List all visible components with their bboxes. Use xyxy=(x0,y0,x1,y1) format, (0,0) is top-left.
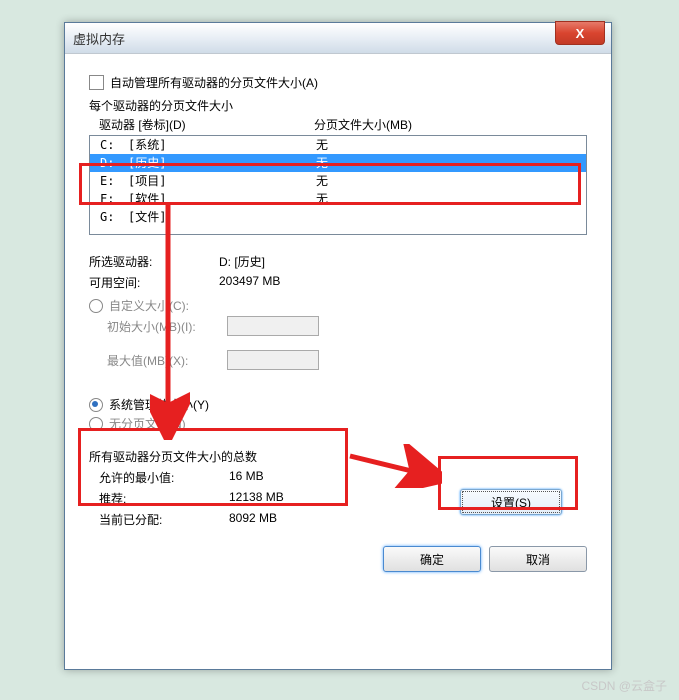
drive-row[interactable]: C:[系统]无 xyxy=(90,136,586,154)
custom-size-radio[interactable] xyxy=(89,299,103,313)
titlebar[interactable]: 虚拟内存 X xyxy=(65,23,611,54)
max-size-input xyxy=(227,350,319,370)
drive-row[interactable]: D:[历史]无 xyxy=(90,154,586,172)
drive-row[interactable]: G:[文件] xyxy=(90,208,586,226)
col-drive-header: 驱动器 [卷标](D) xyxy=(99,116,314,133)
system-managed-row[interactable]: 系统管理的大小(Y) xyxy=(89,396,587,413)
initial-size-label: 初始大小(MB)(I): xyxy=(107,318,227,335)
selected-drive-value: D: [历史] xyxy=(219,253,265,270)
watermark: CSDN @云盒子 xyxy=(581,677,667,694)
dialog-title: 虚拟内存 xyxy=(73,29,125,48)
auto-manage-label: 自动管理所有驱动器的分页文件大小(A) xyxy=(110,74,318,91)
system-managed-label: 系统管理的大小(Y) xyxy=(109,396,209,413)
col-paging-header: 分页文件大小(MB) xyxy=(314,116,412,133)
drive-row[interactable]: F:[软件]无 xyxy=(90,190,586,208)
cancel-button[interactable]: 取消 xyxy=(489,546,587,572)
set-button[interactable]: 设置(S) xyxy=(460,489,562,515)
selected-drive-label: 所选驱动器: xyxy=(89,253,219,270)
close-button[interactable]: X xyxy=(555,21,605,45)
cur-value: 8092 MB xyxy=(229,511,277,528)
virtual-memory-dialog: 虚拟内存 X 自动管理所有驱动器的分页文件大小(A) 每个驱动器的分页文件大小 … xyxy=(64,22,612,670)
cur-label: 当前已分配: xyxy=(99,511,229,528)
ok-button[interactable]: 确定 xyxy=(383,546,481,572)
rec-label: 推荐: xyxy=(99,490,229,507)
no-paging-label: 无分页文件(N) xyxy=(109,415,186,432)
min-value: 16 MB xyxy=(229,469,264,486)
max-size-label: 最大值(MB)(X): xyxy=(107,352,227,369)
auto-manage-row[interactable]: 自动管理所有驱动器的分页文件大小(A) xyxy=(89,74,587,91)
initial-size-input xyxy=(227,316,319,336)
drive-list[interactable]: C:[系统]无 D:[历史]无 E:[项目]无 F:[软件]无 G:[文件] xyxy=(89,135,587,235)
avail-space-value: 203497 MB xyxy=(219,274,280,291)
rec-value: 12138 MB xyxy=(229,490,284,507)
system-managed-radio[interactable] xyxy=(89,398,103,412)
custom-size-label: 自定义大小(C): xyxy=(109,297,189,314)
avail-space-label: 可用空间: xyxy=(89,274,219,291)
close-icon: X xyxy=(576,26,585,41)
drive-row[interactable]: E:[项目]无 xyxy=(90,172,586,190)
no-paging-row[interactable]: 无分页文件(N) xyxy=(89,415,587,432)
no-paging-radio[interactable] xyxy=(89,417,103,431)
auto-manage-checkbox[interactable] xyxy=(89,75,104,90)
totals-title: 所有驱动器分页文件大小的总数 xyxy=(89,448,587,465)
custom-size-row[interactable]: 自定义大小(C): xyxy=(89,297,587,314)
per-drive-title: 每个驱动器的分页文件大小 xyxy=(89,97,587,114)
column-headers: 驱动器 [卷标](D) 分页文件大小(MB) xyxy=(99,116,587,133)
dialog-body: 自动管理所有驱动器的分页文件大小(A) 每个驱动器的分页文件大小 驱动器 [卷标… xyxy=(65,54,611,586)
min-label: 允许的最小值: xyxy=(99,469,229,486)
